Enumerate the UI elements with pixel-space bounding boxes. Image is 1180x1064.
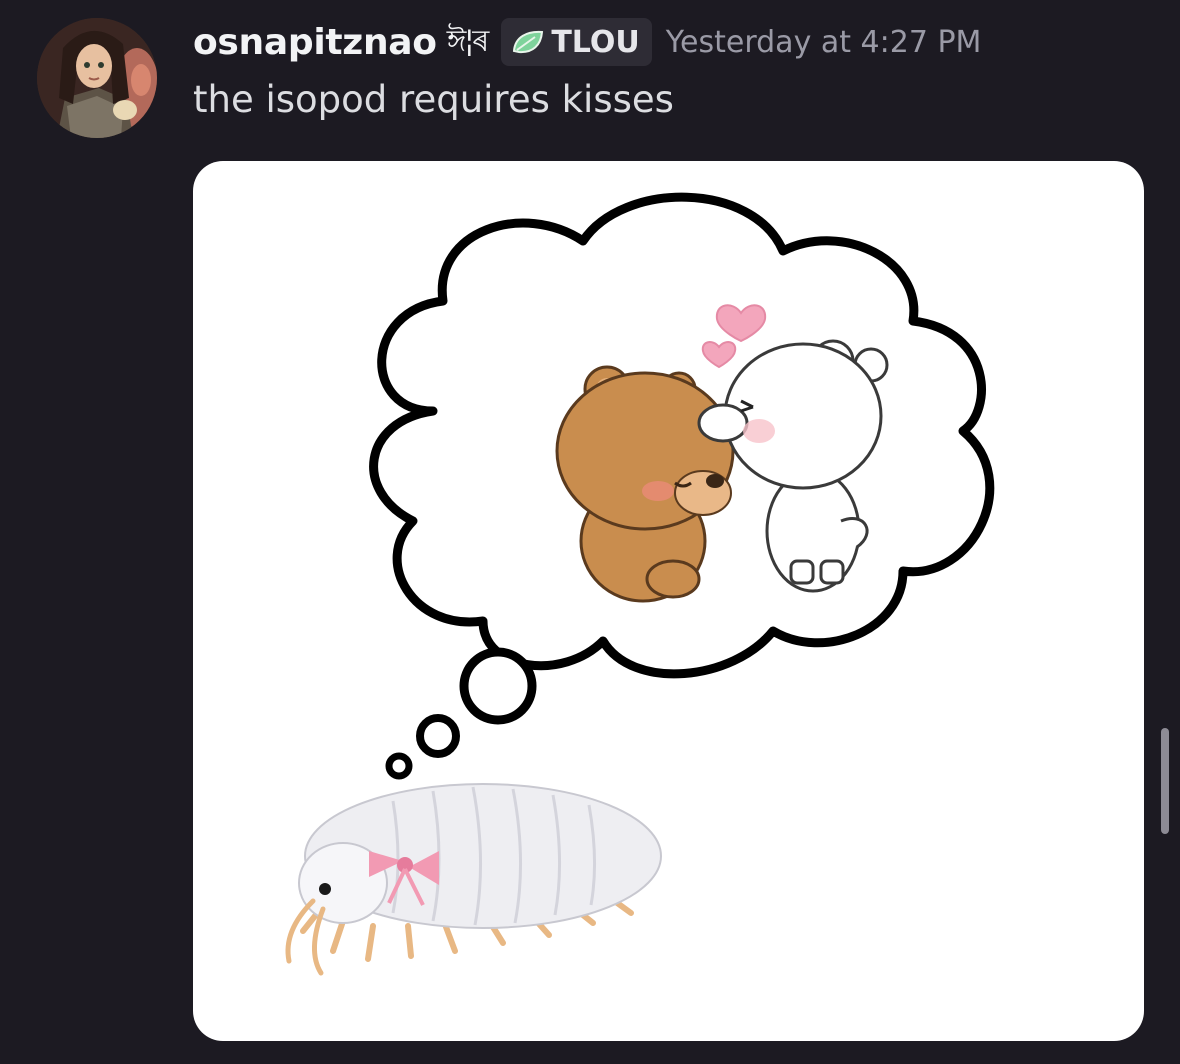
isopod: [285, 783, 662, 976]
tag-label: TLOU: [551, 24, 640, 60]
scrollbar-thumb[interactable]: [1161, 728, 1169, 834]
message-header: osnapitznao ঈ¦ৰ TLOU Yesterday at 4:27 P…: [193, 14, 981, 70]
leaf-icon: [513, 30, 544, 54]
image-attachment[interactable]: [193, 161, 1144, 1041]
username[interactable]: osnapitznao: [193, 22, 437, 63]
avatar-image: [37, 18, 157, 138]
chat-message: osnapitznao ঈ¦ৰ TLOU Yesterday at 4:27 P…: [0, 0, 1180, 1064]
name-decoration: ঈ¦ৰ: [446, 23, 490, 59]
server-tag[interactable]: TLOU: [501, 18, 652, 66]
attachment-image: [285, 192, 995, 976]
user-avatar[interactable]: [37, 18, 157, 138]
message-content: the isopod requires kisses: [193, 78, 674, 121]
message-timestamp[interactable]: Yesterday at 4:27 PM: [666, 25, 982, 60]
